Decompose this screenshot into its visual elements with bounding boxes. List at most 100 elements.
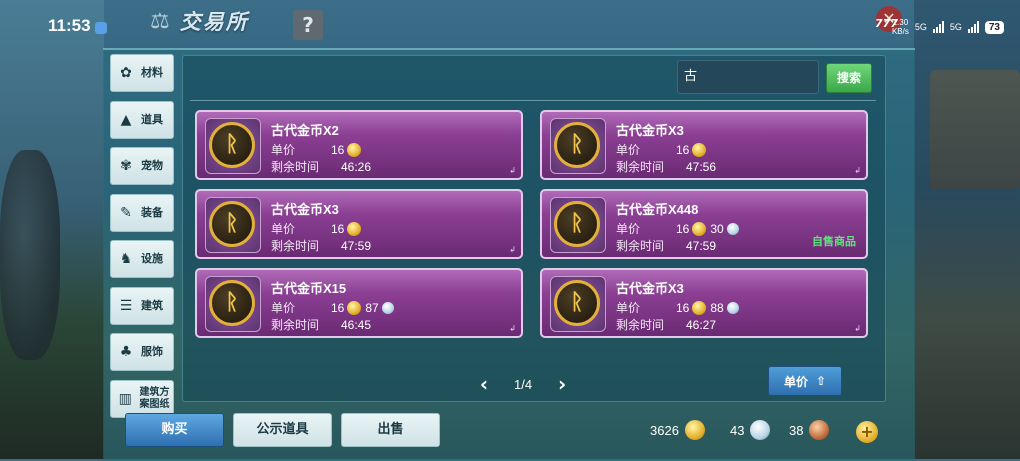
search-button[interactable]: 搜索: [826, 63, 872, 93]
flask-icon: ▲: [120, 111, 132, 128]
category-label: 材料: [141, 66, 163, 79]
ancient-coin-icon: ᚱ: [554, 280, 600, 326]
battery-level: 73: [984, 20, 1004, 34]
item-name: 古代金币X3: [616, 123, 684, 138]
corner-mark-icon: ↲: [509, 166, 516, 175]
category-materials[interactable]: ✿ 材料: [110, 54, 174, 92]
item-name: 古代金币X15: [271, 281, 347, 296]
price-row: 单价 16 30: [616, 220, 742, 237]
category-blueprints[interactable]: ▥ 建筑方案图纸: [110, 379, 174, 418]
gold-coin-icon: [692, 142, 707, 157]
category-buildings[interactable]: ☰ 建筑: [110, 286, 174, 325]
price-row: 单价 16 88: [616, 299, 742, 316]
category-label: 建筑: [141, 298, 163, 312]
signal-label-1: 5G: [914, 22, 927, 32]
silver-coin-icon: [726, 222, 739, 235]
gold-coin-icon: [692, 300, 707, 315]
price-silver: 88: [710, 300, 724, 315]
time-left-label: 剩余时间: [616, 160, 665, 174]
price-gold: 16: [676, 300, 690, 315]
category-label: 设施: [141, 252, 163, 265]
signal-icon: [967, 21, 979, 33]
time-left-label: 剩余时间: [271, 318, 320, 332]
silver-coin-icon: [381, 301, 394, 314]
time-row: 剩余时间 46:26: [271, 158, 371, 175]
ancient-coin-icon: ᚱ: [554, 201, 600, 247]
buy-button[interactable]: 购买: [125, 413, 224, 447]
facility-icon: ♞: [119, 251, 133, 267]
price-gold: 16: [331, 142, 345, 157]
copper-coin-icon: [809, 420, 830, 440]
status-time: 11:53: [48, 16, 91, 35]
ancient-coin-icon: ᚱ: [554, 122, 600, 168]
listing-card[interactable]: ᚱ 古代金币X2 单价 16 剩余时间 46:26 ↲: [195, 110, 523, 180]
page-indicator: 1/4: [514, 376, 533, 392]
sort-by-price-button[interactable]: 单价 ⇧: [768, 366, 842, 396]
category-facilities[interactable]: ♞ 设施: [110, 240, 174, 278]
divider: [190, 100, 876, 101]
add-currency-button[interactable]: +: [856, 421, 878, 443]
category-label: 宠物: [141, 159, 163, 172]
scale-icon: ⚖: [150, 8, 170, 34]
time-row: 剩余时间 46:27: [616, 316, 716, 333]
search-input[interactable]: 古: [677, 60, 819, 94]
building-icon: ☰: [119, 297, 133, 314]
category-items[interactable]: ▲ 道具: [110, 100, 174, 139]
prev-page-button[interactable]: ‹: [476, 372, 492, 396]
pagination: ‹ 1/4 ›: [476, 372, 570, 396]
price-label: 单价: [271, 222, 296, 236]
price-label: 单价: [616, 301, 641, 315]
time-left-label: 剩余时间: [271, 160, 320, 174]
time-left-label: 剩余时间: [616, 239, 665, 253]
listing-card[interactable]: ᚱ 古代金币X448 单价 16 30 剩余时间 47:59 自售商品: [540, 189, 868, 259]
price-label: 单价: [616, 222, 641, 236]
network-speed: 1.30 KB/s: [892, 18, 909, 36]
gold-coin-icon: [347, 142, 362, 157]
paw-icon: ✾: [120, 158, 132, 174]
time-left-label: 剩余时间: [616, 318, 665, 332]
time-row: 剩余时间 47:59: [616, 237, 716, 254]
ancient-coin-icon: ᚱ: [209, 122, 255, 168]
corner-mark-icon: ↲: [854, 166, 861, 175]
time-left-value: 46:45: [341, 317, 372, 332]
gold-coin-icon: [684, 420, 705, 440]
time-left-label: 剩余时间: [271, 239, 320, 253]
next-page-button[interactable]: ›: [554, 372, 570, 396]
gold-coin-icon: [347, 300, 362, 315]
time-left-value: 47:56: [686, 159, 717, 174]
time-row: 剩余时间 47:56: [616, 158, 716, 175]
listing-card[interactable]: ᚱ 古代金币X15 单价 16 87 剩余时间 46:45 ↲: [195, 268, 523, 338]
time-row: 剩余时间 46:45: [271, 316, 371, 333]
price-label: 单价: [616, 143, 641, 157]
price-gold: 16: [331, 221, 345, 236]
category-label: 服饰: [141, 345, 163, 358]
gold-coin-icon: [692, 221, 707, 236]
price-row: 单价 16: [271, 141, 365, 158]
price-row: 单价 16: [616, 141, 710, 158]
sell-button[interactable]: 出售: [341, 413, 440, 447]
clothing-icon: ♣: [119, 344, 133, 360]
category-label: 装备: [141, 205, 163, 219]
price-row: 单价 16: [271, 220, 365, 237]
category-pets[interactable]: ✾ 宠物: [110, 147, 174, 185]
help-button[interactable]: ?: [293, 10, 323, 40]
price-silver: 30: [710, 221, 724, 236]
materials-icon: ✿: [120, 65, 132, 81]
network-speed-value: 1.30: [892, 18, 909, 27]
copper-balance: 38: [789, 420, 830, 440]
listing-card[interactable]: ᚱ 古代金币X3 单价 16 剩余时间 47:56 ↲: [540, 110, 868, 180]
category-equipment[interactable]: ✎ 装备: [110, 193, 174, 232]
blueprint-icon: ▥: [118, 390, 132, 407]
signal-label-2: 5G: [949, 22, 962, 32]
copper-amount: 38: [789, 422, 804, 438]
status-indicators: 1.30 KB/s 5G 5G 73: [892, 18, 1004, 36]
corner-mark-icon: ↲: [854, 324, 861, 333]
price-label: 单价: [271, 143, 296, 157]
equipment-icon: ✎: [120, 204, 132, 221]
listing-card[interactable]: ᚱ 古代金币X3 单价 16 88 剩余时间 46:27 ↲: [540, 268, 868, 338]
public-items-button[interactable]: 公示道具: [233, 413, 332, 447]
page-header: ⚖ 交易所: [150, 6, 249, 36]
listing-card[interactable]: ᚱ 古代金币X3 单价 16 剩余时间 47:59 ↲: [195, 189, 523, 259]
category-clothing[interactable]: ♣ 服饰: [110, 333, 174, 371]
sort-label: 单价: [783, 374, 808, 389]
